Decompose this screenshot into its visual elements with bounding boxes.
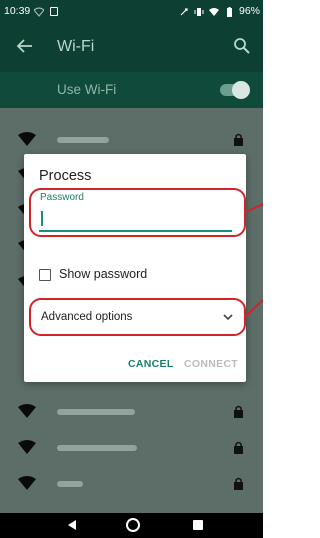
show-password-label[interactable]: Show password	[59, 267, 147, 281]
use-wifi-row[interactable]: Use Wi-Fi	[0, 72, 263, 108]
list-item[interactable]	[0, 122, 263, 158]
network-name-redacted	[57, 445, 137, 451]
password-highlight	[29, 188, 246, 237]
list-item[interactable]	[0, 430, 263, 466]
vibrate-icon	[194, 7, 204, 16]
lock-icon	[234, 441, 243, 454]
list-item[interactable]	[0, 394, 263, 430]
wifi-signal-icon	[18, 440, 36, 454]
use-wifi-toggle[interactable]	[220, 81, 250, 99]
system-nav-bar	[0, 513, 263, 538]
page-title: Wi-Fi	[57, 38, 95, 55]
nav-recents-icon[interactable]	[193, 520, 203, 530]
network-name-redacted	[57, 481, 83, 487]
nav-home-icon[interactable]	[126, 518, 140, 532]
app-bar: Wi-Fi	[0, 23, 263, 72]
connect-button[interactable]: CONNECT	[184, 358, 238, 370]
search-icon[interactable]	[233, 37, 251, 55]
cancel-button[interactable]: CANCEL	[128, 358, 174, 370]
notification-icon	[50, 7, 58, 16]
network-name-redacted	[57, 137, 109, 143]
battery-percent: 96%	[238, 5, 260, 17]
wifi-signal-icon	[18, 132, 36, 146]
use-wifi-label: Use Wi-Fi	[57, 82, 117, 97]
wifi-signal-icon	[18, 404, 36, 418]
toggle-knob	[232, 81, 250, 99]
rotate-icon	[180, 7, 188, 15]
back-arrow-icon[interactable]	[14, 35, 36, 57]
dialog-title: Process	[39, 168, 92, 184]
status-bar: 10:39 96%	[0, 0, 263, 23]
list-item[interactable]	[0, 466, 263, 502]
battery-icon	[226, 6, 232, 17]
lock-icon	[234, 405, 243, 418]
wifi-signal-icon	[18, 476, 36, 490]
wifi-status-icon	[34, 6, 44, 17]
status-time: 10:39	[4, 5, 31, 17]
lock-icon	[234, 477, 243, 490]
wifi-signal-icon	[208, 7, 219, 16]
show-password-checkbox[interactable]	[39, 269, 51, 281]
nav-back-icon[interactable]	[66, 519, 78, 531]
network-name-redacted	[57, 409, 135, 415]
advanced-options-highlight	[29, 298, 246, 336]
lock-icon	[234, 133, 243, 146]
